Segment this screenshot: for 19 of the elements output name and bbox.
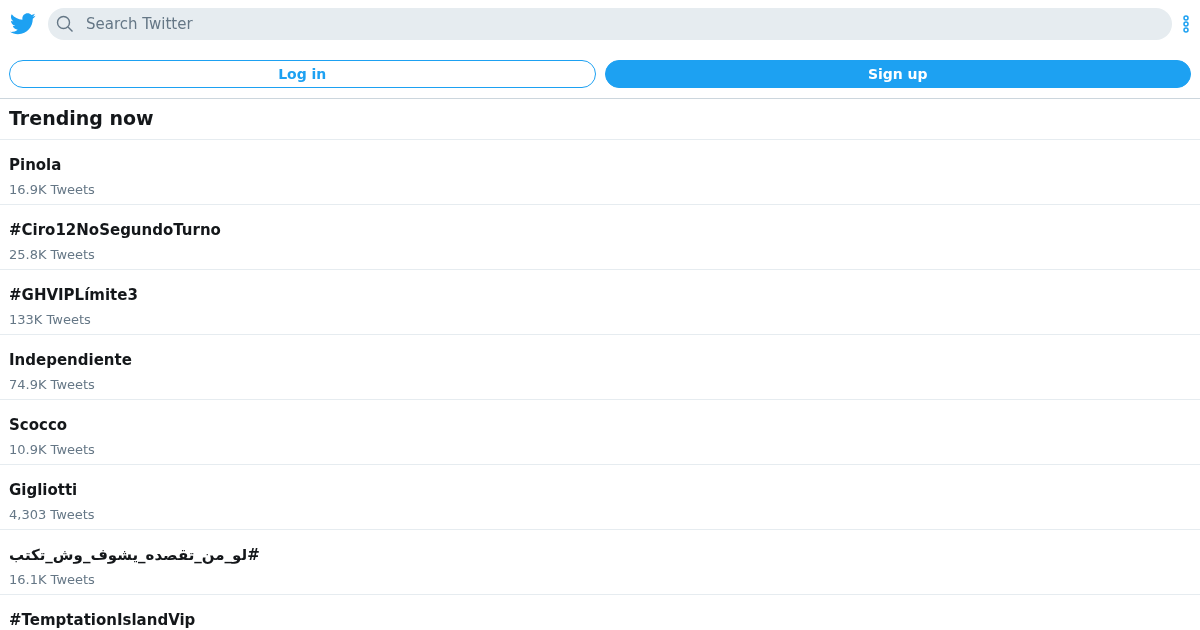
tweet-count: 74.9K Tweets (9, 376, 95, 394)
trend-name[interactable]: Gigliotti (9, 481, 78, 499)
tweet-count: 133K Tweets (9, 311, 91, 329)
trend-name[interactable]: Scocco (9, 416, 68, 434)
trend-name[interactable]: #GHVIPLímite3 (9, 286, 138, 304)
tweet-count: 4,303 Tweets (9, 506, 95, 524)
trend-name[interactable]: #Ciro12NoSegundoTurno (9, 221, 221, 239)
tweet-count: 10.9K Tweets (9, 441, 95, 459)
bird-logo-icon[interactable] (10, 13, 36, 35)
trend-name[interactable]: Pinola (9, 156, 62, 174)
tweet-count: 16.1K Tweets (9, 571, 95, 589)
section-heading: Trending now (0, 99, 1200, 140)
trend-name[interactable]: #لو_من_تقصده_يشوف_وش_تكتب (9, 546, 260, 564)
tweet-count: 25.8K Tweets (9, 246, 95, 264)
more-menu-icon[interactable] (1182, 15, 1190, 33)
trend-name[interactable]: Independiente (9, 351, 132, 369)
trend-name[interactable]: #TemptationIslandVip (9, 611, 196, 629)
tweet-count: 16.9K Tweets (9, 181, 95, 199)
search-field[interactable]: Search Twitter (48, 8, 1172, 40)
